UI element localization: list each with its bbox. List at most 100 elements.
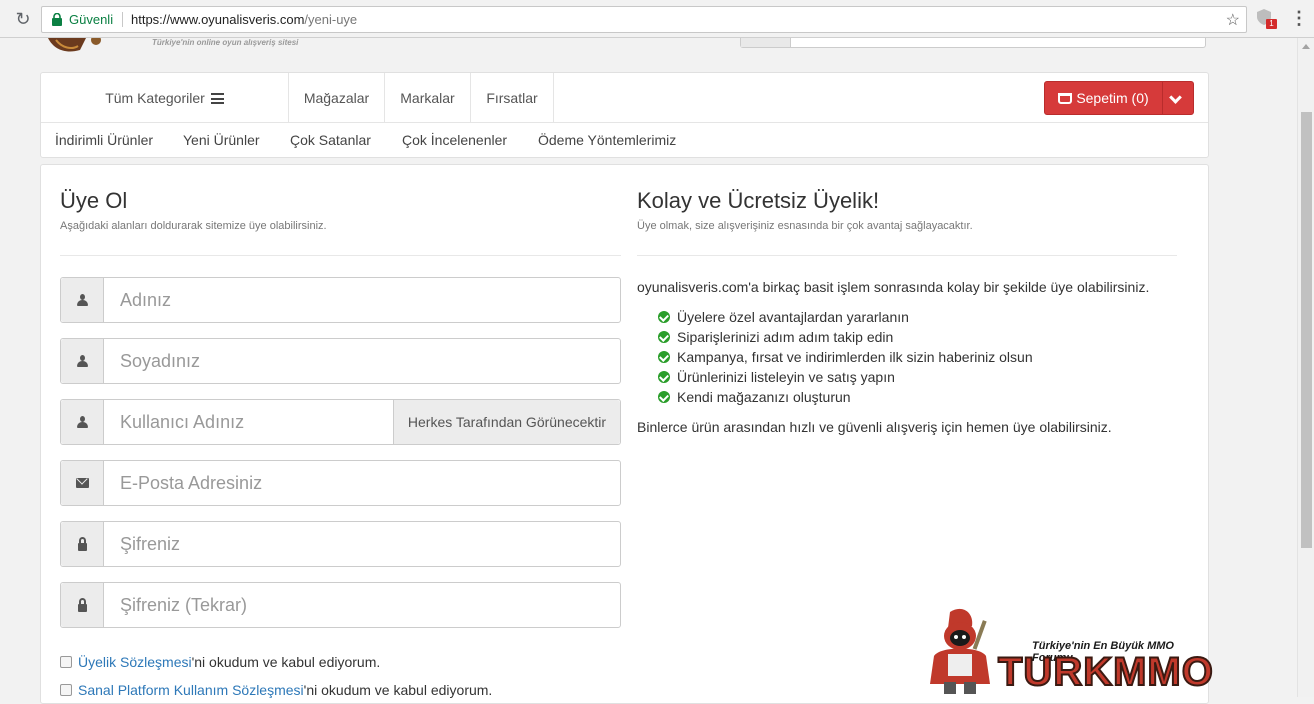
lock-icon <box>78 598 87 612</box>
url-text[interactable]: https://www.oyunalisveris.com/yeni-uye <box>131 12 357 27</box>
benefit-text: Kampanya, fırsat ve indirimlerden ilk si… <box>677 349 1033 365</box>
main-navbar: Tüm Kategoriler Mağazalar Markalar Fırsa… <box>40 72 1209 158</box>
watermark-brand: TURKMMO <box>997 649 1214 695</box>
benefit-text: Siparişlerinizi adım adım takip edin <box>677 329 894 345</box>
site-tagline: Türkiye'nin online oyun alışveriş sitesi <box>152 38 299 47</box>
password-confirm-field[interactable]: Şifreniz (Tekrar) <box>60 582 621 628</box>
password-placeholder: Şifreniz <box>120 534 181 554</box>
check-circle-icon <box>658 331 670 343</box>
scrollbar-thumb[interactable] <box>1301 112 1312 548</box>
browser-menu-icon[interactable]: ⋮ <box>1290 8 1308 28</box>
field-addon <box>61 400 104 444</box>
navbar-top-row: Tüm Kategoriler Mağazalar Markalar Fırsa… <box>41 73 1208 123</box>
field-addon <box>61 522 104 566</box>
sub-link-most-viewed[interactable]: Çok İncelenenler <box>402 123 507 158</box>
benefit-text: Kendi mağazanızı oluşturun <box>677 389 851 405</box>
field-addon <box>61 278 104 322</box>
cart-label: Sepetim (0) <box>1076 90 1149 106</box>
chevron-down-icon[interactable] <box>1169 91 1182 104</box>
benefit-text: Ürünlerinizi listeleyin ve satış yapın <box>677 369 895 385</box>
extension-badge: 1 <box>1266 19 1277 29</box>
url-path: /yeni-uye <box>304 12 358 27</box>
bookmark-star-icon[interactable]: ☆ <box>1226 10 1240 30</box>
username-field[interactable]: Kullanıcı Adınız Herkes Tarafından Görün… <box>60 399 621 445</box>
basket-icon <box>1058 93 1073 104</box>
username-visibility-note: Herkes Tarafından Görünecektir <box>393 400 620 444</box>
agreement-text: 'ni okudum ve kabul ediyorum. <box>191 654 381 670</box>
browser-toolbar: ↻ Güvenli https://www.oyunalisveris.com/… <box>0 0 1314 38</box>
platform-agreement-checkbox[interactable] <box>60 684 72 696</box>
membership-agreement-link[interactable]: Üyelik Sözleşmesi <box>78 654 192 670</box>
list-item: Ürünlerinizi listeleyin ve satış yapın <box>658 367 1033 387</box>
first-name-field[interactable]: Adınız <box>60 277 621 323</box>
search-category-button[interactable] <box>741 38 791 47</box>
divider <box>60 255 621 256</box>
site-logo[interactable]: Türkiye'nin online oyun alışveriş sitesi <box>46 38 346 54</box>
check-circle-icon <box>658 391 670 403</box>
list-item: Kampanya, fırsat ve indirimlerden ilk si… <box>658 347 1033 367</box>
field-addon <box>61 339 104 383</box>
platform-agreement-row: Sanal Platform Kullanım Sözleşmesi'ni ok… <box>60 682 492 698</box>
field-addon <box>61 583 104 627</box>
membership-agreement-checkbox[interactable] <box>60 656 72 668</box>
hamburger-icon <box>210 93 224 104</box>
check-circle-icon <box>658 351 670 363</box>
sub-link-new[interactable]: Yeni Ürünler <box>183 123 260 158</box>
url-host: https://www.oyunalisveris.com <box>131 12 305 27</box>
envelope-icon <box>76 478 89 488</box>
all-categories-label: Tüm Kategoriler <box>105 90 205 106</box>
email-field[interactable]: E-Posta Adresiniz <box>60 460 621 506</box>
info-title: Kolay ve Ücretsiz Üyelik! <box>637 188 880 213</box>
user-icon <box>77 416 88 428</box>
register-title: Üye Ol <box>60 188 128 213</box>
scrollbar[interactable] <box>1297 38 1314 697</box>
nav-link-stores[interactable]: Mağazalar <box>289 73 385 123</box>
info-outro: Binlerce ürün arasından hızlı ve güvenli… <box>637 419 1112 435</box>
lock-icon <box>78 537 87 551</box>
platform-agreement-link[interactable]: Sanal Platform Kullanım Sözleşmesi <box>78 682 304 698</box>
membership-agreement-row: Üyelik Sözleşmesi'ni okudum ve kabul edi… <box>60 654 380 670</box>
sub-link-payment-methods[interactable]: Ödeme Yöntemlerimiz <box>538 123 676 158</box>
field-addon <box>61 461 104 505</box>
nav-link-deals[interactable]: Fırsatlar <box>471 73 554 123</box>
user-icon <box>77 294 88 306</box>
last-name-field[interactable]: Soyadınız <box>60 338 621 384</box>
reload-icon[interactable]: ↻ <box>12 8 34 30</box>
all-categories-button[interactable]: Tüm Kategoriler <box>41 73 289 123</box>
mascot-logo-icon <box>48 38 101 52</box>
first-name-placeholder: Adınız <box>120 290 172 310</box>
address-bar[interactable]: Güvenli https://www.oyunalisveris.com/ye… <box>41 6 1247 33</box>
turkmmo-watermark: Türkiye'nin En Büyük MMO Forumu TURKMMO <box>920 606 1214 697</box>
divider <box>122 12 123 27</box>
agreement-text: 'ni okudum ve kabul ediyorum. <box>303 682 493 698</box>
navbar-sub-row: İndirimli Ürünler Yeni Ürünler Çok Satan… <box>41 123 1208 158</box>
list-item: Üyelere özel avantajlardan yararlanın <box>658 307 1033 327</box>
info-intro: oyunalisveris.com'a birkaç basit işlem s… <box>637 279 1150 295</box>
benefit-text: Üyelere özel avantajlardan yararlanın <box>677 309 909 325</box>
list-item: Siparişlerinizi adım adım takip edin <box>658 327 1033 347</box>
cart-button[interactable]: Sepetim (0) <box>1044 81 1194 115</box>
last-name-placeholder: Soyadınız <box>120 351 201 371</box>
check-circle-icon <box>658 371 670 383</box>
nav-link-brands[interactable]: Markalar <box>385 73 471 123</box>
secure-label: Güvenli <box>69 12 114 27</box>
sub-link-discounted[interactable]: İndirimli Ürünler <box>55 123 153 158</box>
lock-icon <box>52 13 62 26</box>
password-field[interactable]: Şifreniz <box>60 521 621 567</box>
register-subtitle: Aşağıdaki alanları doldurarak sitemize ü… <box>60 220 327 232</box>
scroll-up-arrow-icon[interactable] <box>1302 44 1310 49</box>
search-box[interactable] <box>740 38 1206 48</box>
sub-link-bestsellers[interactable]: Çok Satanlar <box>290 123 371 158</box>
benefits-list: Üyelere özel avantajlardan yararlanın Si… <box>658 307 1033 407</box>
info-subtitle: Üye olmak, size alışverişiniz esnasında … <box>637 220 973 232</box>
password-confirm-placeholder: Şifreniz (Tekrar) <box>120 595 248 615</box>
email-placeholder: E-Posta Adresiniz <box>120 473 263 493</box>
list-item: Kendi mağazanızı oluşturun <box>658 387 1033 407</box>
divider <box>637 255 1177 256</box>
check-circle-icon <box>658 311 670 323</box>
cart-main[interactable]: Sepetim (0) <box>1045 82 1163 114</box>
mascot-watermark-icon <box>930 608 990 694</box>
user-icon <box>77 355 88 367</box>
username-placeholder: Kullanıcı Adınız <box>120 412 245 432</box>
extension-shield-icon[interactable]: 1 <box>1257 9 1277 29</box>
